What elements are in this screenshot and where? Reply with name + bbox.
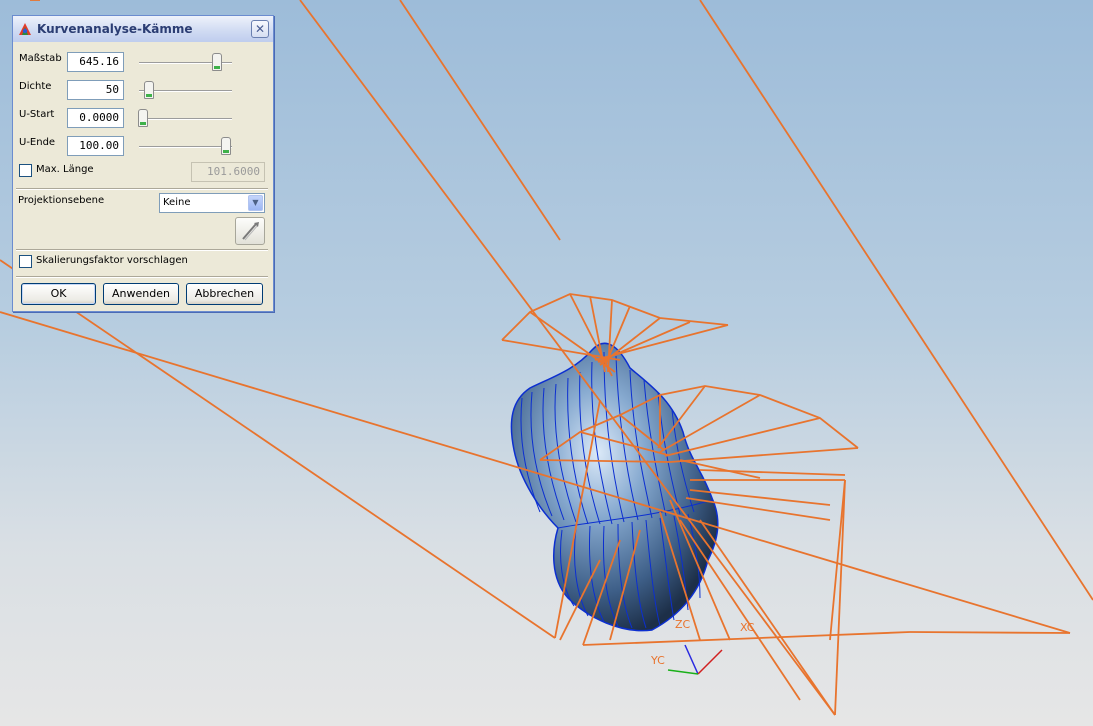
cancel-button[interactable]: Abbrechen — [186, 283, 263, 305]
ok-button[interactable]: OK — [21, 283, 96, 305]
axis-label-y: YC — [650, 654, 665, 667]
dialog-titlebar[interactable]: Kurvenanalyse-Kämme ✕ — [13, 16, 273, 42]
nx-app-icon — [19, 23, 31, 35]
chevron-down-icon[interactable]: ▼ — [248, 195, 263, 211]
u-end-label: U-Ende — [19, 137, 56, 148]
surface-body[interactable] — [510, 342, 719, 632]
max-length-input: 101.6000 — [191, 162, 265, 182]
max-length-checkbox[interactable] — [19, 164, 32, 177]
u-start-slider-thumb[interactable] — [138, 109, 148, 127]
suggest-scale-label: Skalierungsfaktor vorschlagen — [36, 255, 188, 266]
scale-input[interactable]: 645.16 — [67, 52, 124, 72]
axis-label-x: XC — [740, 621, 755, 634]
projection-select-value: Keine — [163, 197, 191, 208]
projection-label: Projektionsebene — [18, 195, 105, 206]
u-end-slider-thumb[interactable] — [221, 137, 231, 155]
density-label: Dichte — [19, 81, 52, 92]
max-length-label: Max. Länge — [36, 164, 94, 175]
projection-select[interactable]: Keine ▼ — [159, 193, 265, 213]
axis-triad: ZC XC YC — [650, 618, 755, 675]
vector-pick-button[interactable] — [235, 217, 265, 245]
u-end-input[interactable]: 100.00 — [67, 136, 124, 156]
u-start-input[interactable]: 0.0000 — [67, 108, 124, 128]
scale-slider-thumb[interactable] — [212, 53, 222, 71]
dialog-title: Kurvenanalyse-Kämme — [37, 22, 193, 36]
separator — [16, 249, 268, 251]
density-input[interactable]: 50 — [67, 80, 124, 100]
vector-pick-icon — [242, 222, 259, 241]
curve-analysis-comb-dialog: Kurvenanalyse-Kämme ✕ Maßstab 645.16 Dic… — [12, 15, 274, 312]
density-slider-thumb[interactable] — [144, 81, 154, 99]
u-start-label: U-Start — [19, 109, 55, 120]
apply-button[interactable]: Anwenden — [103, 283, 179, 305]
separator — [16, 276, 268, 278]
scale-label: Maßstab — [19, 53, 62, 64]
suggest-scale-checkbox[interactable] — [19, 255, 32, 268]
axis-label-z: ZC — [675, 618, 691, 631]
u-end-slider-track[interactable] — [139, 146, 232, 148]
close-icon[interactable]: ✕ — [251, 20, 269, 38]
separator — [16, 188, 268, 190]
u-start-slider-track[interactable] — [139, 118, 232, 120]
